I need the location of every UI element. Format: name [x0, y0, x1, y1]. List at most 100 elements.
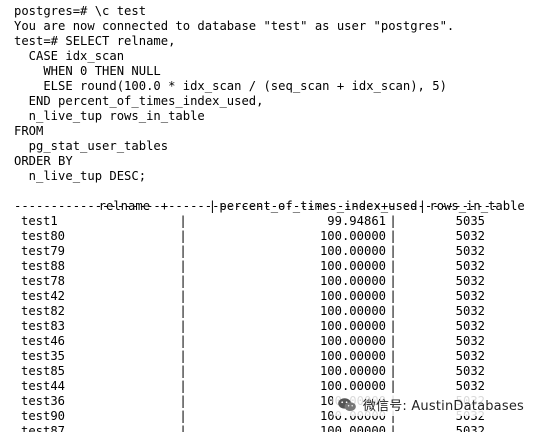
column-separator: | — [179, 424, 187, 432]
column-separator: | — [389, 229, 397, 243]
cell-rows: 5032 — [455, 424, 485, 432]
column-separator: | — [179, 304, 187, 318]
column-separator: | — [389, 274, 397, 288]
cell-percent: 100.00000 — [319, 334, 386, 348]
cell-percent: 99.94861 — [327, 214, 386, 228]
terminal-line: FROM — [14, 124, 44, 138]
table-row: test78 | 100.00000 | 5032 — [14, 274, 544, 289]
cell-rows: 5035 — [455, 214, 485, 228]
cell-rows: 5032 — [455, 364, 485, 378]
cell-percent: 100.00000 — [319, 259, 386, 273]
table-row: test80 | 100.00000 | 5032 — [14, 229, 544, 244]
column-separator: | — [389, 424, 397, 432]
column-separator: | — [389, 244, 397, 258]
terminal-line: You are now connected to database "test"… — [14, 19, 455, 33]
cell-rows: 5032 — [455, 244, 485, 258]
cell-relname: test35 — [21, 349, 66, 363]
terminal-line: n_live_tup rows_in_table — [14, 109, 205, 123]
cell-rows: 5032 — [455, 259, 485, 273]
column-separator: | — [179, 319, 187, 333]
cell-relname: test85 — [21, 364, 66, 378]
column-separator: | — [389, 259, 397, 273]
column-separator: | — [179, 289, 187, 303]
terminal-line: pg_stat_user_tables — [14, 139, 169, 153]
column-separator: | — [389, 319, 397, 333]
column-separator: | — [389, 214, 397, 228]
column-separator: | — [389, 289, 397, 303]
column-separator: | — [179, 259, 187, 273]
column-separator: | — [179, 409, 187, 423]
cell-rows: 5032 — [455, 319, 485, 333]
cell-relname: test46 — [21, 334, 66, 348]
cell-percent: 100.00000 — [319, 319, 386, 333]
cell-percent: 100.00000 — [319, 244, 386, 258]
table-row: test46 | 100.00000 | 5032 — [14, 334, 544, 349]
cell-rows: 5032 — [455, 379, 485, 393]
column-separator: | — [179, 394, 187, 408]
table-row: test87 | 100.00000 | 5032 — [14, 424, 544, 432]
terminal-line: ORDER BY — [14, 154, 73, 168]
column-separator: | — [179, 379, 187, 393]
watermark: 微信号: AustinDatabases — [332, 393, 528, 416]
terminal-window[interactable]: postgres=# \c test You are now connected … — [0, 0, 544, 432]
column-separator: | — [389, 349, 397, 363]
column-separator: | — [389, 334, 397, 348]
cell-relname: test83 — [21, 319, 66, 333]
column-separator: | — [179, 334, 187, 348]
table-header-rule: --------------------+-------------------… — [14, 199, 499, 213]
cell-relname: test1 — [21, 214, 58, 228]
terminal-line: WHEN 0 THEN NULL — [14, 64, 161, 78]
cell-relname: test90 — [21, 409, 66, 423]
cell-percent: 100.00000 — [319, 304, 386, 318]
cell-relname: test80 — [21, 229, 66, 243]
sql-command-block: postgres=# \c test You are now connected … — [14, 4, 544, 184]
terminal-line: END percent_of_times_index_used, — [14, 94, 264, 108]
table-row: test83 | 100.00000 | 5032 — [14, 319, 544, 334]
column-separator: | — [179, 244, 187, 258]
cell-relname: test87 — [21, 424, 66, 432]
wechat-icon — [338, 397, 356, 411]
column-separator: | — [179, 214, 187, 228]
table-row: test88 | 100.00000 | 5032 — [14, 259, 544, 274]
cell-percent: 100.00000 — [319, 349, 386, 363]
cell-relname: test42 — [21, 289, 66, 303]
cell-rows: 5032 — [455, 289, 485, 303]
terminal-line: n_live_tup DESC; — [14, 169, 147, 183]
column-separator: | — [389, 304, 397, 318]
cell-percent: 100.00000 — [319, 379, 386, 393]
watermark-text: 微信号: AustinDatabases — [362, 399, 524, 414]
terminal-line: test=# SELECT relname, — [14, 34, 176, 48]
cell-rows: 5032 — [455, 229, 485, 243]
cell-relname: test88 — [21, 259, 66, 273]
cell-rows: 5032 — [455, 349, 485, 363]
cell-rows: 5032 — [455, 304, 485, 318]
terminal-line: postgres=# \c test — [14, 4, 147, 18]
column-separator: | — [389, 379, 397, 393]
table-row: test85 | 100.00000 | 5032 — [14, 364, 544, 379]
cell-percent: 100.00000 — [319, 229, 386, 243]
column-separator: | — [179, 364, 187, 378]
column-separator: | — [389, 364, 397, 378]
column-separator: | — [179, 229, 187, 243]
table-row: test79 | 100.00000 | 5032 — [14, 244, 544, 259]
table-row: test35 | 100.00000 | 5032 — [14, 349, 544, 364]
cell-relname: test78 — [21, 274, 66, 288]
cell-percent: 100.00000 — [319, 424, 386, 432]
table-header-row: relname | percent_of_times_index_used| rows… — [14, 184, 544, 213]
cell-rows: 5032 — [455, 334, 485, 348]
cell-percent: 100.00000 — [319, 274, 386, 288]
cell-relname: test44 — [21, 379, 66, 393]
column-separator: | — [179, 274, 187, 288]
table-row: test1 | 99.94861 | 5035 — [14, 214, 544, 229]
terminal-line: ELSE round(100.0 * idx_scan / (seq_scan … — [14, 79, 447, 93]
table-row: test42 | 100.00000 | 5032 — [14, 289, 544, 304]
table-row: test44 | 100.00000 | 5032 — [14, 379, 544, 394]
column-separator: | — [179, 349, 187, 363]
terminal-line: CASE idx_scan — [14, 49, 125, 63]
cell-percent: 100.00000 — [319, 364, 386, 378]
cell-relname: test36 — [21, 394, 66, 408]
cell-relname: test79 — [21, 244, 66, 258]
table-row: test82 | 100.00000 | 5032 — [14, 304, 544, 319]
cell-percent: 100.00000 — [319, 289, 386, 303]
cell-rows: 5032 — [455, 274, 485, 288]
